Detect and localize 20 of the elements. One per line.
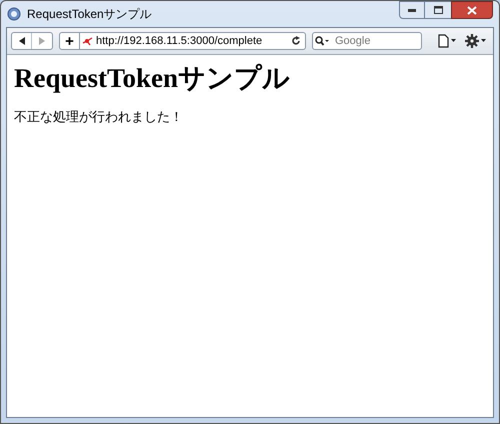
error-message: 不正な処理が行われました！ — [14, 108, 184, 126]
page-heading: RequestTokenサンプル — [14, 62, 292, 95]
back-icon — [18, 37, 24, 45]
globe-icon — [7, 7, 21, 21]
maximize-button[interactable] — [425, 1, 451, 19]
maximize-icon — [434, 6, 442, 14]
forward-icon — [39, 37, 45, 45]
page-icon[interactable] — [437, 34, 457, 48]
minimize-icon — [408, 8, 416, 12]
gear-icon[interactable] — [465, 34, 487, 48]
site-icon — [82, 36, 94, 46]
close-icon — [467, 6, 477, 14]
reload-icon[interactable] — [291, 36, 301, 46]
address-field[interactable]: http://192.168.11.5:3000/complete — [80, 32, 306, 50]
search-field[interactable]: Google — [312, 32, 422, 50]
window-title: RequestTokenサンプル — [27, 6, 152, 23]
add-button[interactable]: + — [59, 32, 80, 50]
close-button[interactable] — [451, 1, 493, 19]
minimize-button[interactable] — [399, 1, 425, 19]
search-icon[interactable] — [315, 36, 329, 46]
